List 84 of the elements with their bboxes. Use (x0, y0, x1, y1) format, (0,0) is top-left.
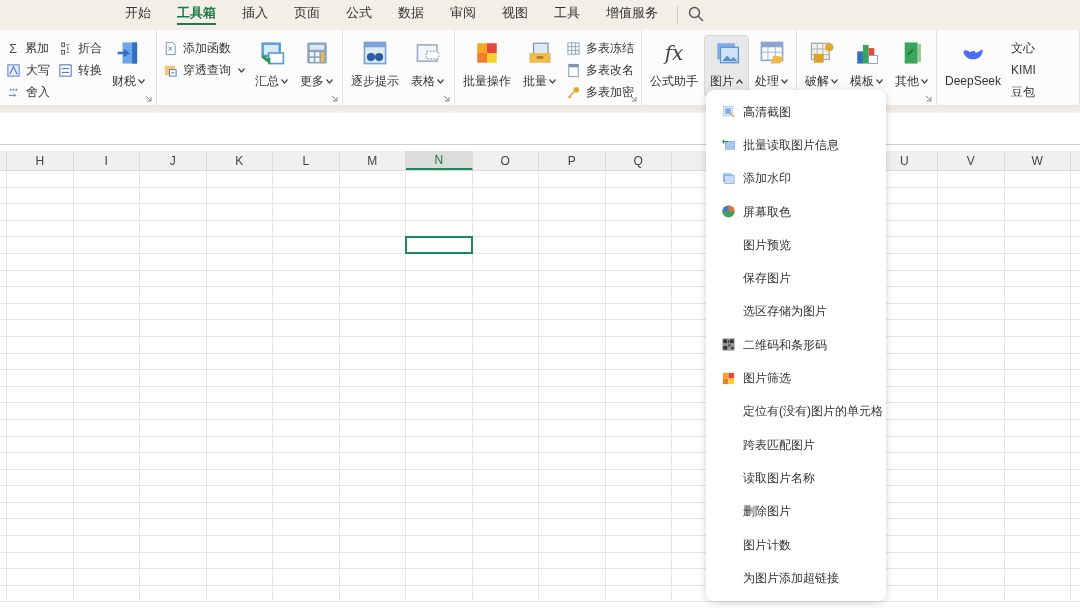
menu-item[interactable]: 图片筛选 (706, 361, 886, 395)
column-header[interactable]: W (1004, 151, 1071, 170)
uppercase-icon (6, 62, 21, 78)
menu-item[interactable]: 屏幕取色 (706, 194, 886, 229)
column-header[interactable]: L (273, 151, 340, 170)
ribbon-tab[interactable]: 增值服务 (593, 0, 671, 30)
search-icon[interactable] (688, 6, 704, 22)
image-stack-icon (720, 170, 736, 186)
menu-item[interactable]: 图片预览 (706, 228, 886, 262)
ribbon-item[interactable]: 折合 (58, 37, 102, 59)
tiles-icon (474, 40, 500, 66)
column-header[interactable]: Q (605, 151, 672, 170)
ribbon-button[interactable]: 表格 (405, 35, 450, 97)
column-header[interactable]: K (206, 151, 273, 170)
menu-item[interactable]: 高清截图 (706, 95, 886, 129)
ribbon-item[interactable]: 转换 (58, 59, 102, 81)
ribbon-button[interactable]: 批量操作 (457, 35, 517, 97)
launcher-icon[interactable] (145, 95, 152, 102)
summary-sheet-icon (258, 40, 285, 66)
ribbon-button[interactable]: fx 公式助手 (644, 35, 704, 97)
ribbon-button[interactable]: 汇总 (249, 35, 294, 97)
ribbon-item[interactable]: 添加函数 (163, 37, 245, 59)
table-edit-icon (758, 40, 785, 66)
ribbon-item[interactable]: 舍入 (6, 81, 50, 103)
ribbon-item[interactable]: 文心 (1011, 37, 1036, 59)
ribbon-button[interactable]: 图片 (704, 35, 749, 97)
launcher-icon[interactable] (331, 95, 338, 102)
ribbon-tab[interactable]: 审阅 (437, 0, 489, 30)
menu-item[interactable]: 删除图片 (706, 494, 886, 528)
page-icon (566, 62, 581, 78)
column-header[interactable]: P (539, 151, 606, 170)
formula-icon: fx (664, 43, 684, 63)
ribbon-button[interactable]: 逐步提示 (345, 35, 405, 97)
ribbon-item[interactable]: 多表加密 (566, 81, 634, 103)
menu-item[interactable]: 跨表匹配图片 (706, 427, 886, 462)
launcher-icon[interactable] (925, 95, 932, 102)
ribbon-tab[interactable]: 插入 (229, 0, 281, 30)
ribbon-tab[interactable]: 工具 (541, 0, 593, 30)
column-header[interactable]: N (406, 151, 473, 170)
color-wheel-icon (720, 204, 736, 220)
ribbon-tab[interactable]: 开始 (112, 0, 164, 30)
active-cell[interactable] (405, 236, 473, 254)
ribbon-button[interactable]: 财税 (106, 35, 151, 97)
ribbon-item[interactable]: 大写 (6, 59, 50, 81)
ribbon-tab[interactable]: 数据 (385, 0, 437, 30)
binoculars-icon (362, 40, 388, 66)
column-header[interactable]: J (140, 151, 207, 170)
column-header[interactable]: I (73, 151, 140, 170)
screenshot-icon (720, 104, 736, 120)
ribbon-button[interactable]: 批量 (517, 35, 562, 97)
sum-icon: Σ (6, 41, 20, 55)
grid-icon (566, 40, 581, 56)
menu-item[interactable]: 为图片添加超链接 (706, 561, 886, 595)
menu-item[interactable]: 图片计数 (706, 527, 886, 562)
ribbon-tab[interactable]: 页面 (281, 0, 333, 30)
menu-item[interactable]: 读取图片名称 (706, 461, 886, 495)
ribbon-item[interactable]: Σ 累加 (6, 37, 50, 59)
ribbon-tab[interactable]: 工具箱 (164, 0, 229, 30)
ribbon-item[interactable]: 多表冻结 (566, 37, 634, 59)
column-header[interactable]: V (938, 151, 1005, 170)
ribbon-tab[interactable]: 公式 (333, 0, 385, 30)
ribbon-button[interactable]: 更多 (294, 35, 339, 97)
ribbon-item[interactable]: 多表改名 (566, 59, 634, 81)
image-arrow-icon (720, 137, 736, 153)
function-icon (163, 40, 178, 56)
ribbon-tab[interactable]: 视图 (489, 0, 541, 30)
ribbon-item[interactable]: 穿透查询 (163, 59, 245, 81)
menu-item[interactable]: 定位有(没有)图片的单元格 (706, 394, 886, 428)
lock-grid-icon (808, 40, 835, 66)
key-icon (566, 84, 581, 100)
convert-icon (58, 62, 73, 78)
column-header[interactable]: H (7, 151, 74, 170)
ribbon-button[interactable]: DeepSeek (939, 35, 1008, 97)
qr-code-icon (720, 337, 736, 353)
ribbon-item[interactable]: 豆包 (1011, 81, 1036, 103)
tiles-icon (720, 370, 736, 386)
launcher-icon[interactable] (443, 95, 450, 102)
column-header[interactable]: O (472, 151, 539, 170)
ribbon-button[interactable]: 其他 (889, 35, 934, 97)
ribbon-item[interactable]: KIMI (1011, 59, 1036, 81)
card-box-icon (526, 40, 553, 66)
menu-item[interactable]: 保存图片 (706, 261, 886, 295)
menu-item[interactable]: 选区存储为图片 (706, 294, 886, 329)
menu-item[interactable]: 二维码和条形码 (706, 328, 886, 362)
